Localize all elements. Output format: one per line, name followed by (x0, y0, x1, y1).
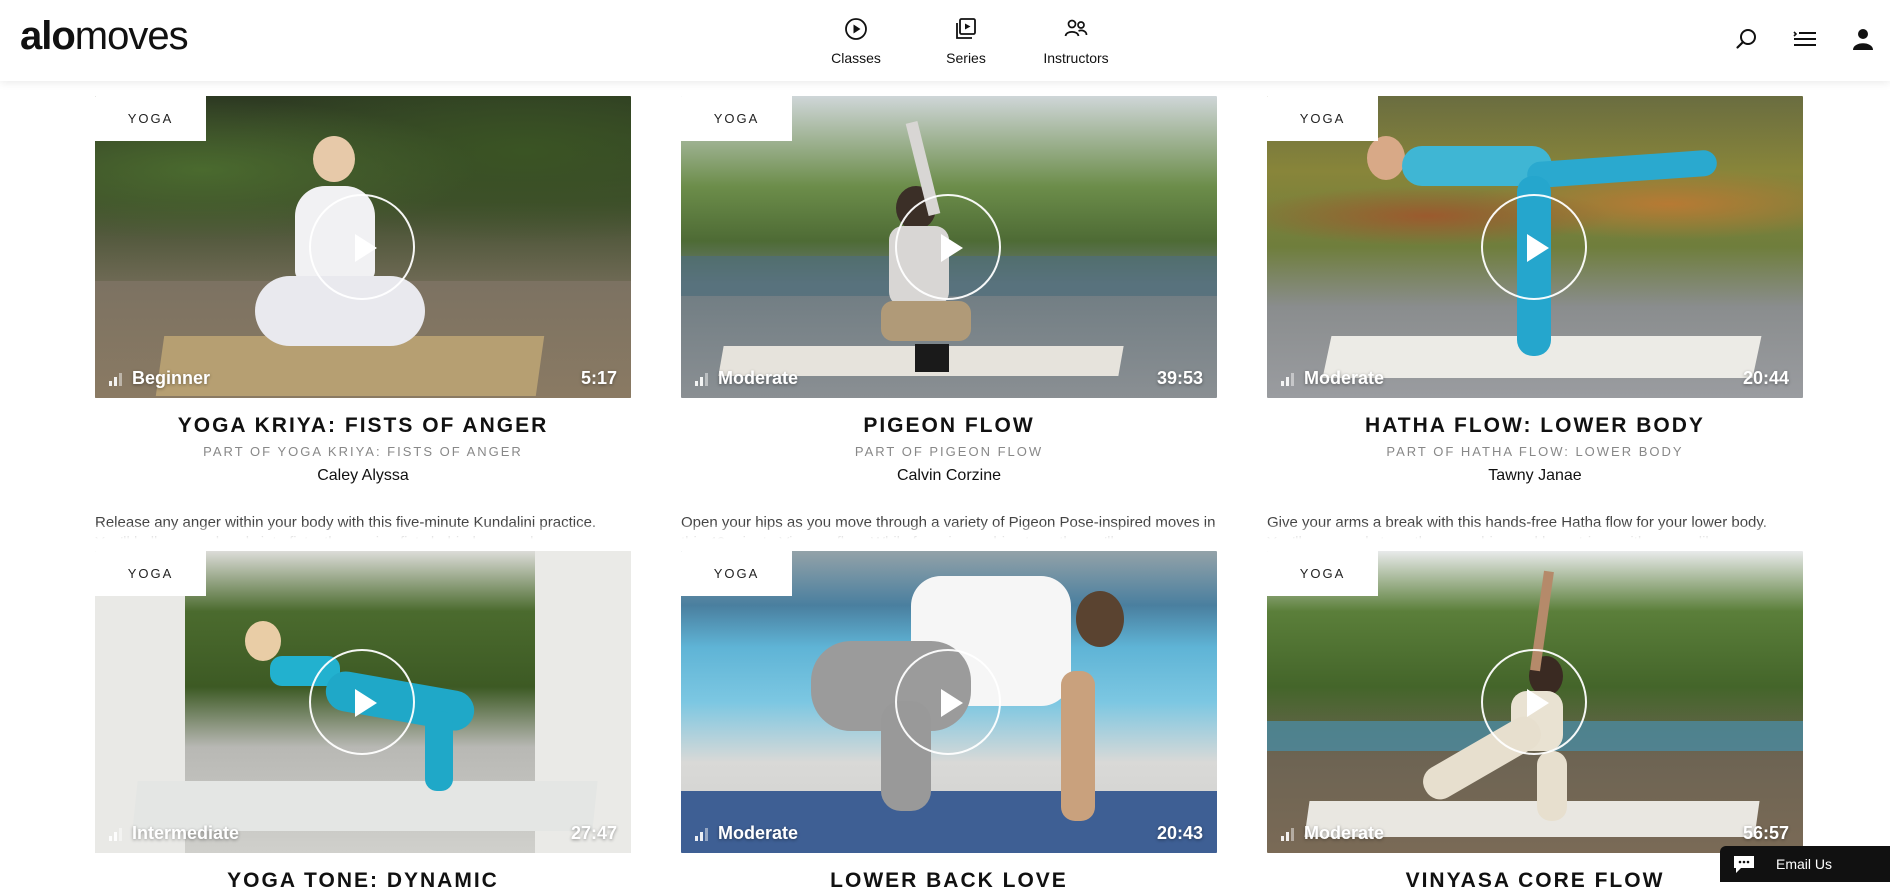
nav-series-label: Series (946, 50, 986, 66)
level-bars-icon (109, 828, 122, 841)
class-title[interactable]: YOGA TONE: DYNAMIC (95, 869, 631, 893)
class-description: Give your arms a break with this hands-f… (1267, 513, 1803, 539)
nav-classes-label: Classes (831, 50, 881, 66)
class-thumbnail[interactable]: YOGA Moderate 20:44 (1267, 96, 1803, 398)
play-button[interactable] (309, 194, 415, 300)
class-thumbnail[interactable]: YOGA Beginner 5:17 (95, 96, 631, 398)
play-button[interactable] (895, 649, 1001, 755)
class-card[interactable]: YOGA Moderate 20:44 HATHA FLOW: LOWER BO… (1267, 96, 1803, 539)
class-title[interactable]: LOWER BACK LOVE (681, 869, 1217, 893)
logo-alo: alo (20, 14, 75, 58)
series-link[interactable]: PART OF HATHA FLOW: LOWER BODY (1267, 444, 1803, 459)
class-description: Open your hips as you move through a var… (681, 513, 1217, 539)
site-header: alomoves Classes Series Instructors (0, 0, 1890, 81)
class-description: Release any anger within your body with … (95, 513, 631, 539)
level-label: Moderate (1304, 368, 1384, 389)
email-us-label: Email Us (1776, 856, 1832, 872)
instructor-name[interactable]: Caley Alyssa (95, 467, 631, 485)
instructor-name[interactable]: Calvin Corzine (681, 467, 1217, 485)
duration: 39:53 (1157, 368, 1203, 389)
nav-series[interactable]: Series (930, 16, 1002, 66)
level-bars-icon (695, 828, 708, 841)
series-icon (953, 16, 979, 42)
level-label: Moderate (718, 368, 798, 389)
level-label: Moderate (718, 823, 798, 844)
play-button[interactable] (1481, 649, 1587, 755)
level-indicator: Moderate (1281, 823, 1384, 844)
main-nav: Classes Series Instructors (820, 16, 1112, 66)
level-bars-icon (1281, 828, 1294, 841)
account-icon[interactable] (1850, 26, 1876, 52)
category-tag: YOGA (95, 96, 206, 141)
class-card[interactable]: YOGA Intermediate 27:47 YOGA TONE: DYNAM… (95, 551, 631, 893)
play-button[interactable] (309, 649, 415, 755)
class-thumbnail[interactable]: YOGA Moderate 56:57 (1267, 551, 1803, 853)
level-bars-icon (1281, 373, 1294, 386)
header-actions (1734, 26, 1876, 52)
class-title[interactable]: PIGEON FLOW (681, 414, 1217, 438)
play-button[interactable] (895, 194, 1001, 300)
level-label: Beginner (132, 368, 210, 389)
class-thumbnail[interactable]: YOGA Intermediate 27:47 (95, 551, 631, 853)
duration: 5:17 (581, 368, 617, 389)
category-tag: YOGA (681, 551, 792, 596)
category-tag: YOGA (1267, 96, 1378, 141)
level-label: Moderate (1304, 823, 1384, 844)
level-indicator: Moderate (1281, 368, 1384, 389)
logo[interactable]: alomoves (20, 14, 188, 59)
nav-instructors[interactable]: Instructors (1040, 16, 1112, 66)
class-title[interactable]: YOGA KRIYA: FISTS OF ANGER (95, 414, 631, 438)
level-indicator: Beginner (109, 368, 210, 389)
series-link[interactable]: PART OF PIGEON FLOW (681, 444, 1217, 459)
nav-instructors-label: Instructors (1043, 50, 1108, 66)
play-circle-icon (843, 16, 869, 42)
nav-classes[interactable]: Classes (820, 16, 892, 66)
email-us-button[interactable]: Email Us (1720, 846, 1890, 882)
duration: 20:43 (1157, 823, 1203, 844)
level-indicator: Moderate (695, 368, 798, 389)
instructors-icon (1063, 16, 1089, 42)
category-tag: YOGA (95, 551, 206, 596)
duration: 27:47 (571, 823, 617, 844)
class-title[interactable]: HATHA FLOW: LOWER BODY (1267, 414, 1803, 438)
class-card[interactable]: YOGA Moderate 56:57 VINYASA CORE FLOW (1267, 551, 1803, 893)
duration: 20:44 (1743, 368, 1789, 389)
logo-moves: moves (75, 14, 188, 58)
list-icon[interactable] (1792, 26, 1818, 52)
level-bars-icon (109, 373, 122, 386)
series-link[interactable]: PART OF YOGA KRIYA: FISTS OF ANGER (95, 444, 631, 459)
chat-bubble-icon (1732, 853, 1756, 875)
class-thumbnail[interactable]: YOGA Moderate 20:43 (681, 551, 1217, 853)
class-card[interactable]: YOGA Moderate 20:43 LOWER BACK LOVE (681, 551, 1217, 893)
search-icon[interactable] (1734, 26, 1760, 52)
level-indicator: Intermediate (109, 823, 239, 844)
class-thumbnail[interactable]: YOGA Moderate 39:53 (681, 96, 1217, 398)
instructor-name[interactable]: Tawny Janae (1267, 467, 1803, 485)
level-bars-icon (695, 373, 708, 386)
category-tag: YOGA (1267, 551, 1378, 596)
category-tag: YOGA (681, 96, 792, 141)
class-card[interactable]: YOGA Moderate 39:53 PIGEON FLOW PART OF … (681, 96, 1217, 539)
duration: 56:57 (1743, 823, 1789, 844)
play-button[interactable] (1481, 194, 1587, 300)
level-label: Intermediate (132, 823, 239, 844)
level-indicator: Moderate (695, 823, 798, 844)
class-card[interactable]: YOGA Beginner 5:17 YOGA KRIYA: FISTS OF … (95, 96, 631, 539)
